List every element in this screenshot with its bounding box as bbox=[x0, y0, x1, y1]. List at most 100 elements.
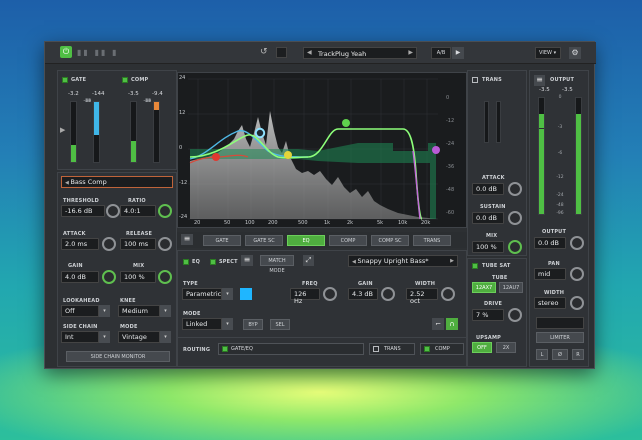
comp-enable-checkbox[interactable] bbox=[122, 77, 128, 83]
trans-attack-knob[interactable] bbox=[508, 182, 522, 196]
power-icon[interactable]: ⏻ bbox=[60, 46, 72, 58]
release-value[interactable]: 100 ms bbox=[120, 238, 156, 250]
eq-enable-checkbox[interactable] bbox=[183, 259, 189, 265]
routing-comp[interactable]: COMP bbox=[420, 343, 464, 355]
tab-gate[interactable]: GATE bbox=[203, 235, 241, 246]
trans-mix-knob[interactable] bbox=[508, 240, 522, 254]
tab-gate-sc[interactable]: GATE SC bbox=[245, 235, 283, 246]
limiter-button[interactable]: LIMITER bbox=[536, 332, 584, 343]
gain-value[interactable]: 4.0 dB bbox=[61, 271, 99, 283]
match-mode-button[interactable]: MATCH MODE bbox=[260, 255, 294, 274]
tube-12ax7-button[interactable]: 12AX7 bbox=[472, 282, 496, 293]
routing-gate-eq-checkbox[interactable] bbox=[222, 346, 228, 352]
bell-shape-icon[interactable]: ∩ bbox=[446, 318, 458, 330]
ratio-value[interactable]: 4.0:1 bbox=[120, 205, 156, 217]
attack-knob[interactable] bbox=[102, 237, 116, 251]
tube-sat-enable-checkbox[interactable] bbox=[472, 263, 478, 269]
pan-value[interactable]: mid bbox=[534, 268, 566, 280]
output-width-value[interactable]: stereo bbox=[534, 297, 566, 309]
mode-label: MODE bbox=[120, 324, 138, 330]
phase-invert-button[interactable]: Ø bbox=[552, 349, 568, 360]
output-meter-right bbox=[575, 97, 582, 215]
eq-gain-value[interactable]: 4.3 dB bbox=[348, 288, 378, 300]
y-tick-left-0: 24 bbox=[179, 75, 186, 81]
next-preset-icon[interactable]: ▶ bbox=[408, 49, 413, 56]
output-width-knob[interactable] bbox=[570, 296, 584, 310]
comp-preset-dropdown[interactable]: ◀ Bass Comp bbox=[61, 176, 173, 188]
eq-gain-knob[interactable] bbox=[381, 287, 395, 301]
threshold-knob[interactable] bbox=[106, 204, 120, 218]
eq-node-5[interactable] bbox=[432, 146, 440, 154]
trans-sustain-value[interactable]: 0.0 dB bbox=[472, 212, 504, 224]
gain-knob[interactable] bbox=[102, 270, 116, 284]
width-knob[interactable] bbox=[441, 287, 455, 301]
undo-icon[interactable]: ↺ bbox=[260, 47, 271, 58]
eq-node-1[interactable] bbox=[212, 153, 220, 161]
trans-enable-checkbox[interactable] bbox=[472, 77, 478, 83]
trans-sustain-knob[interactable] bbox=[508, 211, 522, 225]
view-dropdown[interactable]: VIEW ▾ bbox=[535, 47, 561, 59]
eq-curve-graph[interactable] bbox=[178, 73, 468, 229]
attack-value[interactable]: 2.0 ms bbox=[61, 238, 99, 250]
eq-node-3[interactable] bbox=[284, 151, 292, 159]
upsamp-off-button[interactable]: OFF bbox=[472, 342, 492, 353]
bypass-button[interactable]: BYP bbox=[243, 319, 263, 330]
eq-node-2[interactable] bbox=[254, 127, 266, 139]
tube-12au7-button[interactable]: 12AU7 bbox=[499, 282, 523, 293]
drive-value[interactable]: 7 % bbox=[472, 309, 504, 321]
tab-trans[interactable]: TRANS bbox=[413, 235, 451, 246]
tab-eq[interactable]: EQ bbox=[287, 235, 325, 246]
gate-enable-checkbox[interactable] bbox=[62, 77, 68, 83]
trans-attack-value[interactable]: 0.0 dB bbox=[472, 183, 504, 195]
type-dropdown[interactable]: Parametric ▾ bbox=[182, 288, 233, 300]
release-knob[interactable] bbox=[158, 237, 172, 251]
expand-icon[interactable]: ⤢ bbox=[303, 255, 314, 266]
routing-trans-checkbox[interactable] bbox=[373, 346, 379, 352]
spect-menu-icon[interactable]: ≡ bbox=[241, 255, 253, 266]
mode-dropdown[interactable]: Vintage ▾ bbox=[118, 331, 171, 343]
spect-enable-checkbox[interactable] bbox=[210, 259, 216, 265]
mix-value[interactable]: 100 % bbox=[120, 271, 156, 283]
lowcut-shape-icon[interactable]: ⌐ bbox=[432, 318, 444, 330]
tab-comp-sc[interactable]: COMP SC bbox=[371, 235, 409, 246]
eq-mode-dropdown[interactable]: Linked ▾ bbox=[182, 318, 233, 330]
tab-comp[interactable]: COMP bbox=[329, 235, 367, 246]
sidechain-dropdown[interactable]: Int ▾ bbox=[61, 331, 110, 343]
freq-value[interactable]: 126 Hz bbox=[290, 288, 320, 305]
menu-icon[interactable]: ≡ bbox=[181, 234, 193, 245]
prev-preset-icon[interactable]: ◀ bbox=[307, 49, 312, 56]
threshold-value[interactable]: -16.6 dB bbox=[61, 205, 105, 217]
select-button[interactable]: SEL bbox=[270, 319, 290, 330]
redo-icon[interactable] bbox=[276, 47, 287, 58]
gear-icon[interactable]: ⚙ bbox=[569, 47, 581, 59]
ab-button[interactable]: A/B bbox=[431, 47, 451, 59]
right-channel-button[interactable]: R bbox=[572, 349, 584, 360]
routing-comp-label: COMP bbox=[435, 346, 450, 352]
routing-gate-eq[interactable]: GATE/EQ bbox=[218, 343, 364, 355]
routing-comp-checkbox[interactable] bbox=[424, 346, 430, 352]
width-value[interactable]: 2.52 oct bbox=[406, 288, 438, 305]
upsamp-2x-button[interactable]: 2X bbox=[496, 342, 516, 353]
trans-mix-value[interactable]: 100 % bbox=[472, 241, 504, 253]
left-channel-button[interactable]: L bbox=[536, 349, 548, 360]
eq-graph[interactable]: 24 12 0 -12 -24 0 -12 -24 -36 -48 -60 20… bbox=[177, 72, 467, 228]
drive-knob[interactable] bbox=[508, 308, 522, 322]
output-gain-value[interactable]: 0.0 dB bbox=[534, 237, 566, 249]
freq-knob[interactable] bbox=[323, 287, 337, 301]
play-icon[interactable]: ▶ bbox=[452, 47, 464, 59]
output-gain-knob[interactable] bbox=[570, 236, 584, 250]
routing-trans[interactable]: TRANS bbox=[369, 343, 415, 355]
sidechain-monitor-button[interactable]: SIDE CHAIN MONITOR bbox=[66, 351, 170, 362]
band-color-swatch[interactable] bbox=[240, 288, 252, 300]
eq-preset-dropdown[interactable]: ◀ Snappy Upright Bass* ▶ bbox=[348, 255, 458, 267]
lookahead-dropdown[interactable]: Off ▾ bbox=[61, 305, 110, 317]
pan-knob[interactable] bbox=[570, 267, 584, 281]
x-tick-7: 5k bbox=[377, 220, 384, 226]
preset-bar[interactable]: ◀ TrackPlug Yeah ▶ bbox=[303, 47, 417, 59]
eq-preset-next-icon[interactable]: ▶ bbox=[450, 258, 454, 265]
knee-dropdown[interactable]: Medium ▾ bbox=[118, 305, 171, 317]
mix-knob[interactable] bbox=[158, 270, 172, 284]
ratio-knob[interactable] bbox=[158, 204, 172, 218]
output-menu-icon[interactable]: ≡ bbox=[534, 75, 545, 86]
eq-node-4[interactable] bbox=[342, 119, 350, 127]
